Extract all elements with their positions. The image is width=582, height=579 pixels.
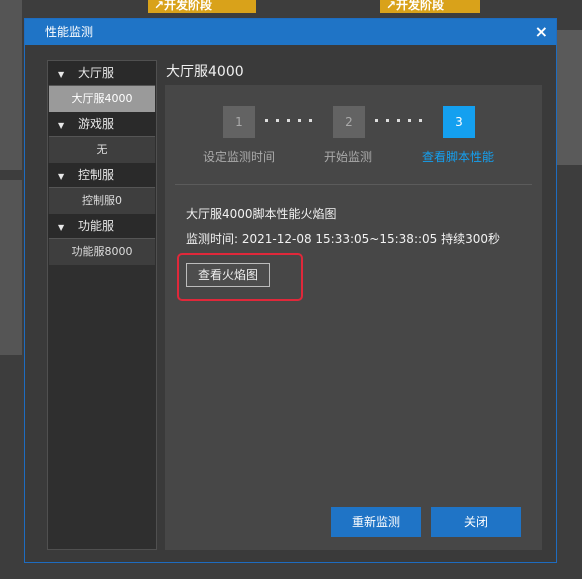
group-label: 游戏服	[77, 117, 114, 131]
divider	[175, 184, 532, 185]
sidebar-group-control[interactable]: ▼ 控制服	[48, 163, 156, 187]
sidebar-group-function[interactable]: ▼ 功能服	[48, 214, 156, 238]
monitor-panel: 1 2 3 设定监测时间 开始监测 查看脚本性能 大厅服4000脚本性能火焰图 …	[165, 85, 542, 550]
dialog-title: 性能监测	[45, 25, 94, 39]
monitor-time-text: 监测时间: 2021-12-08 15:33:05~15:38::05 持续30…	[186, 232, 501, 246]
triangle-down-icon: ▼	[58, 121, 65, 130]
step-3-label: 查看脚本性能	[422, 150, 495, 164]
triangle-down-icon: ▼	[58, 70, 65, 79]
step-1-indicator: 1	[223, 106, 255, 138]
step-3-indicator: 3	[443, 106, 475, 138]
sidebar-item-control-0[interactable]: 控制服0	[49, 187, 155, 214]
step-2-indicator: 2	[333, 106, 365, 138]
page-title: 大厅服4000	[166, 64, 244, 80]
restart-monitor-button[interactable]: 重新监测	[331, 507, 421, 537]
close-icon[interactable]: ×	[535, 19, 548, 45]
view-flamegraph-button[interactable]: 查看火焰图	[186, 263, 270, 287]
background-card-left-top	[0, 0, 22, 170]
server-sidebar: ▼ 大厅服 大厅服4000 ▼ 游戏服 无 ▼ 控制服 控制服0 ▼ 功能服 功…	[47, 60, 157, 550]
triangle-down-icon: ▼	[58, 172, 65, 181]
sidebar-item-function-8000[interactable]: 功能服8000	[49, 238, 155, 265]
group-label: 功能服	[77, 219, 114, 233]
triangle-down-icon: ▼	[58, 223, 65, 232]
background-tag: ↗开发阶段	[380, 0, 480, 13]
step-1-label: 设定监测时间	[203, 150, 276, 164]
sidebar-group-lobby[interactable]: ▼ 大厅服	[48, 61, 156, 85]
close-button[interactable]: 关闭	[431, 507, 521, 537]
step-connector	[265, 118, 312, 124]
sidebar-item-none[interactable]: 无	[49, 136, 155, 163]
sidebar-item-lobby-4000[interactable]: 大厅服4000	[49, 85, 155, 112]
dialog-titlebar: 性能监测 ×	[25, 19, 556, 45]
step-2-label: 开始监测	[324, 150, 373, 164]
flamegraph-title: 大厅服4000脚本性能火焰图	[186, 207, 337, 221]
group-label: 大厅服	[77, 66, 114, 80]
background-card-left-bottom	[0, 180, 22, 355]
step-connector	[375, 118, 422, 124]
background-tag: ↗开发阶段	[148, 0, 256, 13]
sidebar-group-game[interactable]: ▼ 游戏服	[48, 112, 156, 136]
background-card-right	[555, 30, 582, 165]
group-label: 控制服	[77, 168, 114, 182]
performance-monitor-dialog: 性能监测 × ▼ 大厅服 大厅服4000 ▼ 游戏服 无 ▼ 控制服 控制服0 …	[24, 18, 557, 563]
